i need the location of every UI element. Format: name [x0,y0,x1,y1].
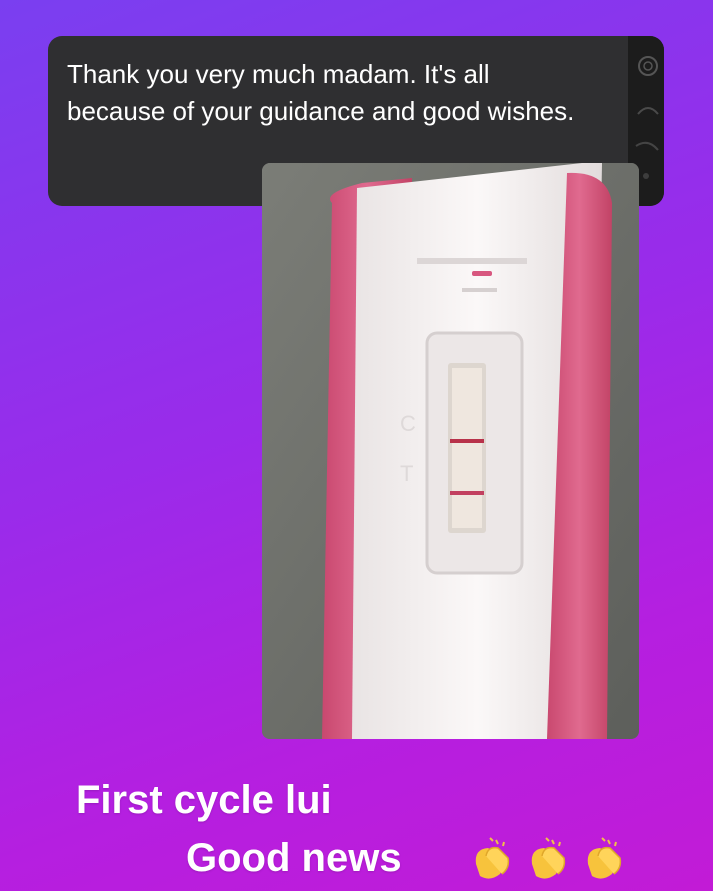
clapping-hands-emoji-group [466,834,636,884]
pregnancy-test-photo: C T [262,163,639,739]
caption-line-1: First cycle lui [76,778,332,822]
caption-line-2: Good news [186,836,402,880]
clapping-hands-icon [475,837,510,879]
message-text: Thank you very much madam. It's all beca… [67,59,575,126]
control-letter: C [400,411,416,436]
clapping-hands-icon [531,837,566,879]
test-letter: T [400,461,413,486]
clapping-hands-icon [587,837,622,879]
pregnancy-test-illustration: C T [262,163,639,739]
